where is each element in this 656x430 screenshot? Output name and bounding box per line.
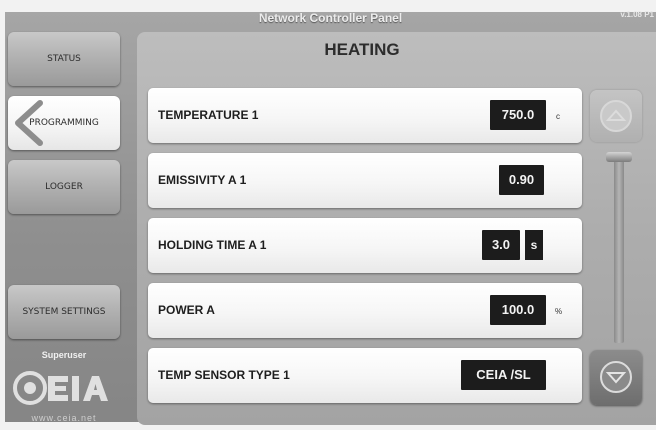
setting-row-power-a[interactable]: POWER A 100.0 % bbox=[148, 283, 582, 338]
power-unit: % bbox=[555, 307, 563, 316]
setting-row-holding-time-a-1[interactable]: HOLDING TIME A 1 3.0 s bbox=[148, 218, 582, 273]
setting-row-emissivity-a-1[interactable]: EMISSIVITY A 1 0.90 bbox=[148, 153, 582, 208]
scrollbar-track[interactable] bbox=[614, 156, 624, 343]
holding-time-unit: s bbox=[525, 230, 543, 260]
window-title: Network Controller Panel bbox=[258, 11, 403, 25]
sidebar-item-label: LOGGER bbox=[45, 182, 83, 192]
holding-time-value-field[interactable]: 3.0 bbox=[482, 230, 520, 260]
scroll-down-button[interactable] bbox=[590, 350, 642, 405]
sidebar-item-label: PROGRAMMING bbox=[29, 118, 99, 128]
scroll-up-button[interactable] bbox=[590, 90, 642, 142]
arrow-up-icon bbox=[600, 100, 632, 132]
temperature-value-field[interactable]: 750.0 bbox=[490, 100, 546, 130]
version-label: v.1.08 P1 bbox=[620, 10, 654, 19]
sidebar-item-logger[interactable]: LOGGER bbox=[8, 160, 120, 214]
emissivity-value-field[interactable]: 0.90 bbox=[499, 165, 544, 195]
setting-label: TEMPERATURE 1 bbox=[158, 108, 259, 122]
setting-row-temp-sensor-type-1[interactable]: TEMP SENSOR TYPE 1 CEIA /SL bbox=[148, 348, 582, 403]
temp-sensor-type-value-field[interactable]: CEIA /SL bbox=[461, 360, 546, 390]
ceia-logo bbox=[13, 371, 108, 405]
setting-label: TEMP SENSOR TYPE 1 bbox=[158, 368, 290, 382]
arrow-down-icon bbox=[600, 361, 632, 393]
power-value-field[interactable]: 100.0 bbox=[490, 295, 546, 325]
sidebar-item-programming[interactable]: PROGRAMMING bbox=[8, 96, 120, 150]
setting-label: EMISSIVITY A 1 bbox=[158, 173, 247, 187]
sidebar-item-label: SYSTEM SETTINGS bbox=[22, 307, 106, 317]
setting-label: HOLDING TIME A 1 bbox=[158, 238, 267, 252]
scrollbar-thumb[interactable] bbox=[606, 152, 632, 162]
setting-label: POWER A bbox=[158, 303, 215, 317]
sidebar-item-system-settings[interactable]: SYSTEM SETTINGS bbox=[8, 285, 120, 339]
website-link[interactable]: www.ceia.net bbox=[8, 413, 120, 423]
user-level-label: Superuser bbox=[41, 350, 87, 360]
window-frame-left bbox=[0, 0, 5, 430]
temperature-unit: c bbox=[556, 112, 560, 121]
page-title: HEATING bbox=[324, 40, 400, 59]
sidebar-item-status[interactable]: STATUS bbox=[8, 32, 120, 86]
sidebar-item-label: STATUS bbox=[47, 54, 81, 64]
setting-row-temperature-1[interactable]: TEMPERATURE 1 750.0 c bbox=[148, 88, 582, 143]
